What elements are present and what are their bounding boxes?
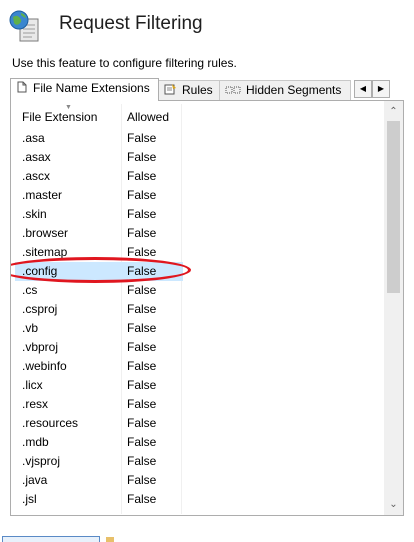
extension-cell: .master bbox=[22, 188, 63, 202]
tab-rules[interactable]: Rules bbox=[158, 80, 220, 100]
table-row[interactable]: .java False bbox=[11, 471, 385, 490]
table-row[interactable]: .webinfo False bbox=[11, 357, 385, 376]
allowed-cell: False bbox=[127, 435, 157, 449]
table-row[interactable]: .asax False bbox=[11, 148, 385, 167]
folder-icon bbox=[106, 537, 114, 542]
table-row[interactable]: .mdb False bbox=[11, 433, 385, 452]
allowed-cell: False bbox=[127, 188, 157, 202]
allowed-cell: False bbox=[127, 340, 157, 354]
tab-label: Hidden Segments bbox=[246, 83, 342, 97]
vertical-scrollbar[interactable]: ⌃ ⌄ bbox=[384, 101, 403, 515]
allowed-cell: False bbox=[127, 302, 157, 316]
extension-cell: .vb bbox=[22, 321, 39, 335]
hidden-segments-icon bbox=[225, 82, 241, 100]
bottom-tab[interactable] bbox=[2, 536, 100, 542]
extension-cell: .asax bbox=[22, 150, 51, 164]
extension-cell: .resx bbox=[22, 397, 49, 411]
allowed-cell: False bbox=[127, 492, 157, 506]
table-row[interactable]: .cs False bbox=[11, 281, 385, 300]
document-icon bbox=[16, 80, 28, 98]
table-row[interactable]: .jsl False bbox=[11, 490, 385, 509]
scroll-down-icon[interactable]: ⌄ bbox=[384, 496, 403, 513]
column-header-allowed[interactable]: Allowed bbox=[127, 101, 169, 129]
page-description: Use this feature to configure filtering … bbox=[12, 56, 237, 70]
extension-cell: .browser bbox=[22, 226, 69, 240]
extension-cell: .java bbox=[22, 473, 48, 487]
column-header-file-extension[interactable]: File Extension bbox=[22, 101, 97, 129]
allowed-cell: False bbox=[127, 150, 157, 164]
allowed-cell: False bbox=[127, 359, 157, 373]
extension-cell: .vbproj bbox=[22, 340, 59, 354]
extension-cell: .licx bbox=[22, 378, 43, 392]
extension-cell: .csproj bbox=[22, 302, 58, 316]
table-body: .asa False .asax False .ascx False .master F… bbox=[11, 129, 385, 509]
scrollbar-thumb[interactable] bbox=[387, 121, 400, 293]
extension-cell: .mdb bbox=[22, 435, 49, 449]
tab-scroll-right-button[interactable]: ▶ bbox=[372, 80, 390, 98]
extension-cell: .vjsproj bbox=[22, 454, 61, 468]
extension-cell: .ascx bbox=[22, 169, 51, 183]
allowed-cell: False bbox=[127, 226, 157, 240]
tab-scroll-left-button[interactable]: ◀ bbox=[354, 80, 372, 98]
extension-cell: .resources bbox=[22, 416, 79, 430]
file-extensions-list: ▼ File Extension Allowed .asa False .asax… bbox=[11, 101, 385, 515]
allowed-cell: False bbox=[127, 454, 157, 468]
allowed-cell: False bbox=[127, 473, 157, 487]
table-row[interactable]: .csproj False bbox=[11, 300, 385, 319]
allowed-cell: False bbox=[127, 283, 157, 297]
extension-cell: .asa bbox=[22, 131, 45, 145]
table-row[interactable]: .vjsproj False bbox=[11, 452, 385, 471]
extension-cell: .jsl bbox=[22, 492, 37, 506]
allowed-cell: False bbox=[127, 397, 157, 411]
tab-file-name-extensions[interactable]: File Name Extensions bbox=[10, 78, 159, 101]
table-row[interactable]: .skin False bbox=[11, 205, 385, 224]
globe-filter-icon bbox=[9, 10, 39, 42]
file-extensions-panel: ▼ File Extension Allowed .asa False .asax… bbox=[10, 100, 404, 516]
table-row[interactable]: .resx False bbox=[11, 395, 385, 414]
bottom-taskbar bbox=[0, 534, 414, 542]
tab-hidden-segments[interactable]: Hidden Segments bbox=[219, 80, 351, 100]
table-row[interactable]: .asa False bbox=[11, 129, 385, 148]
table-row[interactable]: .vb False bbox=[11, 319, 385, 338]
allowed-cell: False bbox=[127, 169, 157, 183]
table-row-selected[interactable]: .config False bbox=[11, 257, 385, 283]
extension-cell: .cs bbox=[22, 283, 38, 297]
allowed-cell: False bbox=[127, 416, 157, 430]
scroll-up-icon[interactable]: ⌃ bbox=[384, 103, 403, 120]
table-row[interactable]: .browser False bbox=[11, 224, 385, 243]
table-row[interactable]: .vbproj False bbox=[11, 338, 385, 357]
allowed-cell: False bbox=[127, 207, 157, 221]
extension-cell: .skin bbox=[22, 207, 47, 221]
tab-strip: File Name Extensions Rules Hidden Segmen… bbox=[10, 78, 404, 101]
allowed-cell: False bbox=[127, 321, 157, 335]
allowed-cell: False bbox=[127, 131, 157, 145]
tab-label: Rules bbox=[182, 83, 213, 97]
page-title: Request Filtering bbox=[59, 13, 203, 34]
allowed-cell: False bbox=[127, 378, 157, 392]
table-row[interactable]: .ascx False bbox=[11, 167, 385, 186]
table-row[interactable]: .licx False bbox=[11, 376, 385, 395]
table-row[interactable]: .master False bbox=[11, 186, 385, 205]
extension-cell: .webinfo bbox=[22, 359, 67, 373]
tab-label: File Name Extensions bbox=[33, 81, 150, 95]
table-row[interactable]: .resources False bbox=[11, 414, 385, 433]
rules-icon bbox=[164, 82, 177, 100]
